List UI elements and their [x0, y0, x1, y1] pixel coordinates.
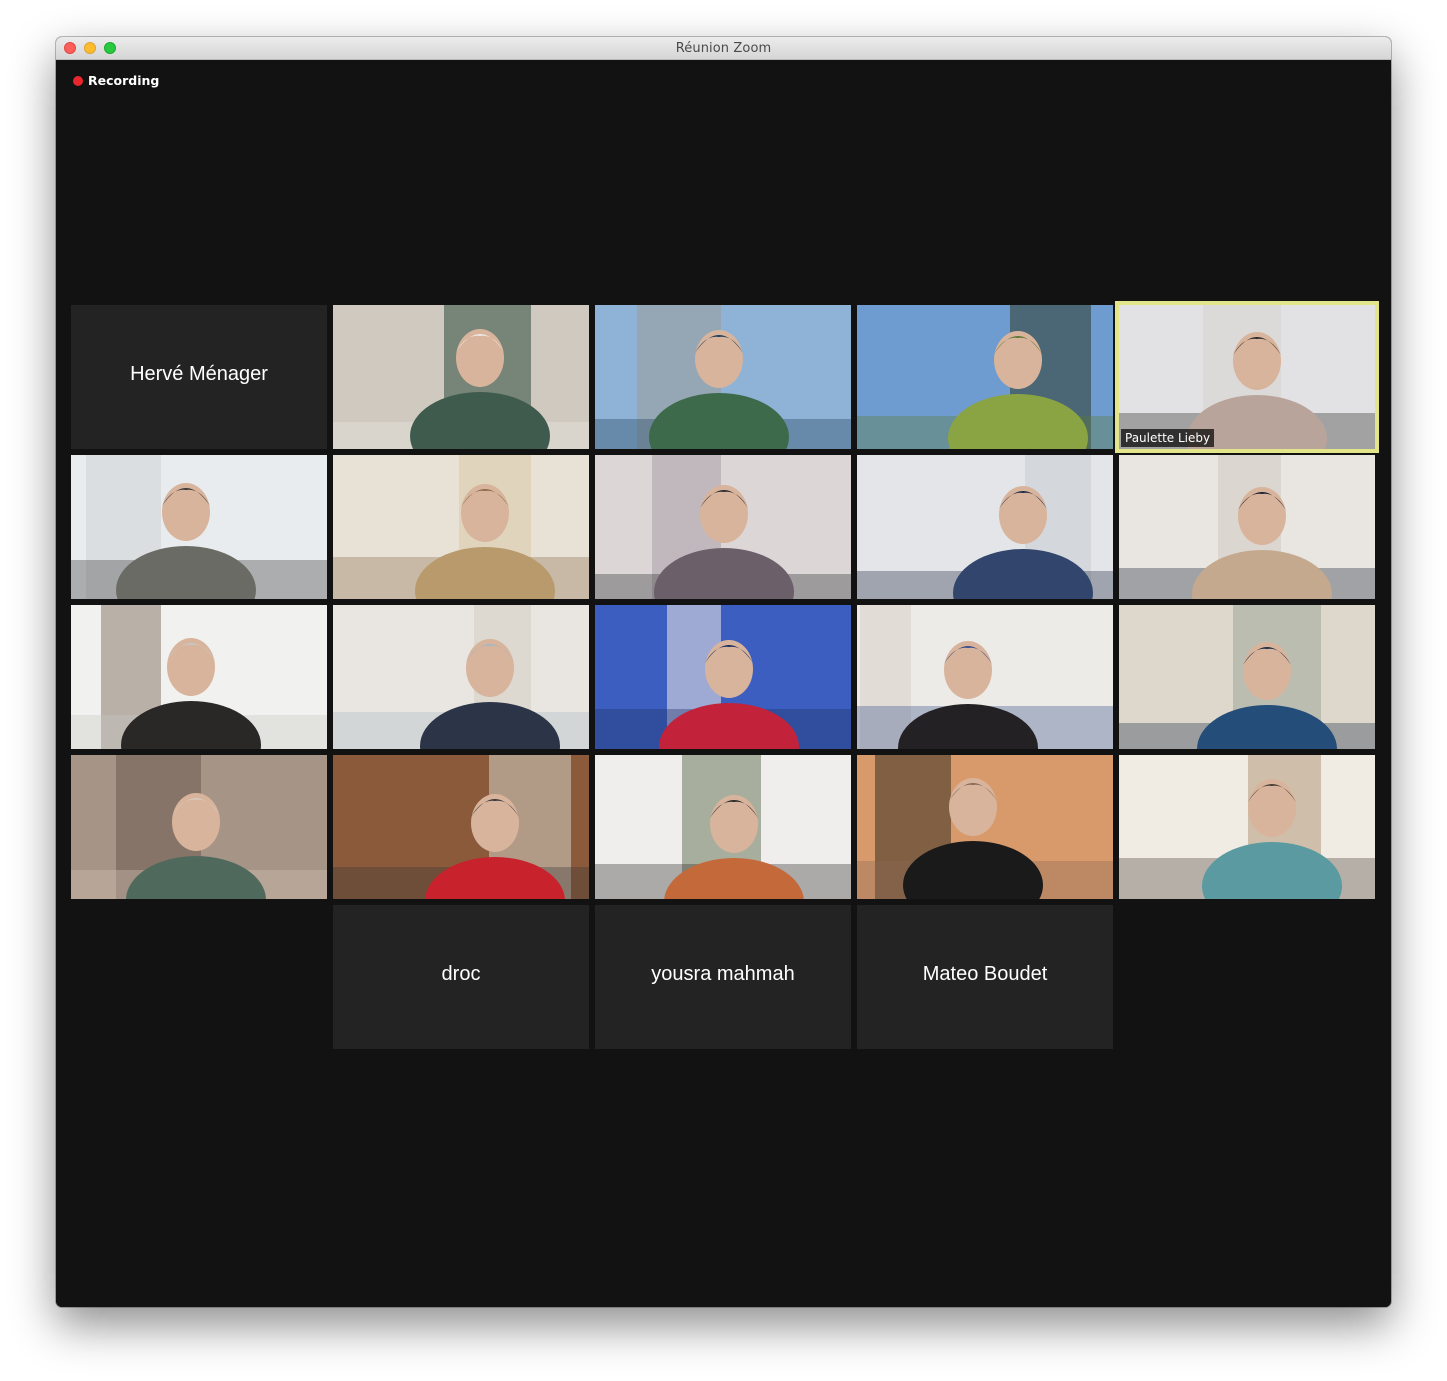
- video-feed: [1119, 605, 1375, 749]
- participant-tile[interactable]: [333, 305, 589, 449]
- video-feed: [71, 455, 327, 599]
- participant-tile[interactable]: [1119, 605, 1375, 749]
- video-feed: [333, 755, 589, 899]
- participant-tile[interactable]: [595, 455, 851, 599]
- meeting-gallery-view: Recording Hervé Ménager Paulette Lieby d…: [56, 60, 1391, 1307]
- participant-tile[interactable]: [857, 605, 1113, 749]
- participant-tile[interactable]: [1119, 755, 1375, 899]
- video-feed: [595, 455, 851, 599]
- recording-indicator[interactable]: Recording: [73, 73, 159, 88]
- video-feed: [857, 455, 1113, 599]
- participant-name: droc: [441, 963, 481, 985]
- video-feed: [1119, 455, 1375, 599]
- participant-tile[interactable]: [333, 605, 589, 749]
- video-feed: [857, 605, 1113, 749]
- participant-tile[interactable]: [333, 755, 589, 899]
- recording-dot-icon: [73, 75, 83, 86]
- video-feed: [857, 755, 1113, 899]
- participant-tile[interactable]: [71, 455, 327, 599]
- participant-tile[interactable]: Hervé Ménager: [71, 305, 327, 449]
- video-feed: [857, 305, 1113, 449]
- video-feed: [71, 755, 327, 899]
- participant-tile[interactable]: [857, 755, 1113, 899]
- video-feed: [71, 605, 327, 749]
- participant-tile[interactable]: droc: [333, 905, 589, 1049]
- video-feed: [333, 305, 589, 449]
- participant-tile[interactable]: [857, 305, 1113, 449]
- participant-tile[interactable]: yousra mahmah: [595, 905, 851, 1049]
- participant-tile[interactable]: Mateo Boudet: [857, 905, 1113, 1049]
- participant-tile-active-speaker[interactable]: Paulette Lieby: [1115, 301, 1379, 453]
- participant-name: yousra mahmah: [651, 963, 795, 985]
- video-feed: [1119, 755, 1375, 899]
- video-feed: [333, 455, 589, 599]
- recording-label: Recording: [88, 73, 160, 88]
- participant-name: Hervé Ménager: [130, 363, 268, 385]
- participant-tile[interactable]: [595, 305, 851, 449]
- window-title: Réunion Zoom: [675, 41, 772, 56]
- video-feed: [595, 305, 851, 449]
- participant-tile[interactable]: [595, 755, 851, 899]
- participant-tile[interactable]: [71, 605, 327, 749]
- title-bar: Réunion Zoom: [56, 37, 1391, 60]
- participant-tile[interactable]: [333, 455, 589, 599]
- video-feed: [595, 755, 851, 899]
- participant-name-tag: Paulette Lieby: [1121, 429, 1215, 447]
- video-feed: [595, 605, 851, 749]
- participant-tile[interactable]: [595, 605, 851, 749]
- video-feed: [1119, 305, 1375, 449]
- participant-tile[interactable]: [1119, 455, 1375, 599]
- participant-tile[interactable]: [71, 755, 327, 899]
- participant-name: Mateo Boudet: [922, 963, 1048, 985]
- participant-tile[interactable]: [857, 455, 1113, 599]
- video-feed: [333, 605, 589, 749]
- zoom-window: Réunion Zoom Recording Hervé Ménager Pau…: [56, 37, 1391, 1307]
